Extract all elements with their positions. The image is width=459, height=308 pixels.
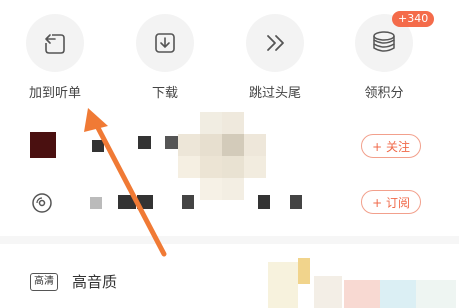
pointer-arrow: [84, 108, 167, 257]
